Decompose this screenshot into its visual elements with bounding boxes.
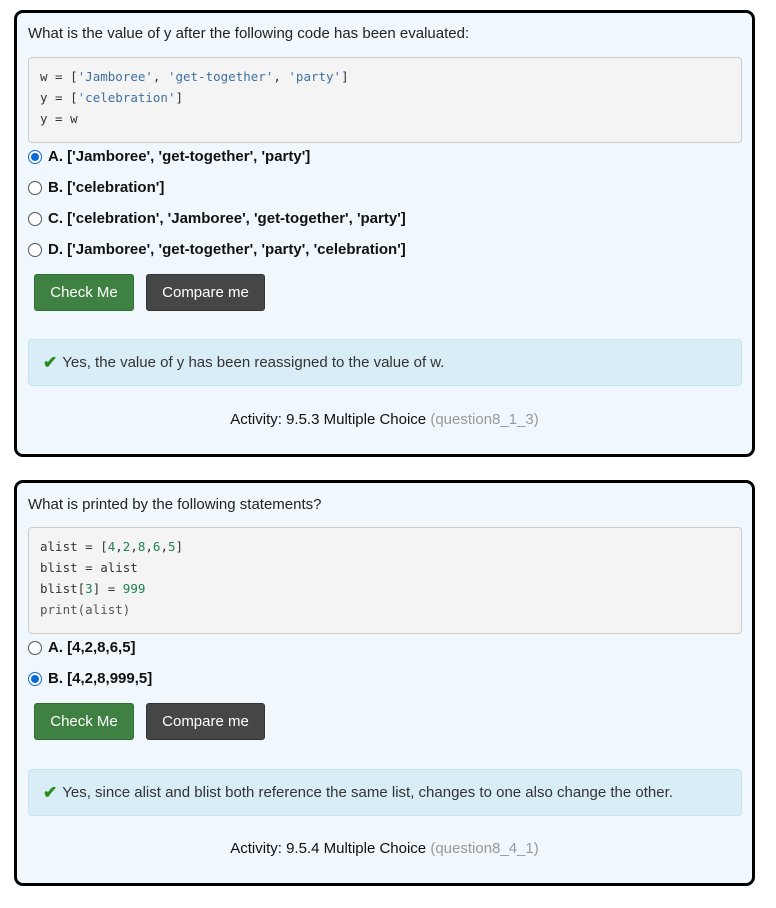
option-label: C. ['celebration', 'Jamboree', 'get-toge… xyxy=(48,210,406,227)
option-a[interactable]: A. [4,2,8,6,5] xyxy=(28,639,136,656)
question-card-2: What is printed by the following stateme… xyxy=(14,480,755,886)
option-d[interactable]: D. ['Jamboree', 'get-together', 'party',… xyxy=(28,241,406,258)
compare-me-button[interactable]: Compare me xyxy=(146,703,265,740)
radio-button[interactable] xyxy=(28,671,42,686)
option-b[interactable]: B. [4,2,8,999,5] xyxy=(28,670,152,687)
activity-label: Activity: 9.5.3 Multiple Choice (questio… xyxy=(17,411,752,428)
activity-title: Activity: 9.5.3 Multiple Choice xyxy=(230,411,427,428)
option-label: A. [4,2,8,6,5] xyxy=(48,639,136,656)
question-prompt: What is printed by the following stateme… xyxy=(28,496,322,513)
feedback-text: Yes, the value of y has been reassigned … xyxy=(62,354,445,371)
compare-me-button[interactable]: Compare me xyxy=(146,274,265,311)
feedback-box: ✔ Yes, since alist and blist both referen… xyxy=(28,769,742,816)
option-label: D. ['Jamboree', 'get-together', 'party',… xyxy=(48,241,406,258)
question-card-1: What is the value of y after the followi… xyxy=(14,10,755,457)
option-a[interactable]: A. ['Jamboree', 'get-together', 'party'] xyxy=(28,148,310,165)
radio-button[interactable] xyxy=(28,640,42,655)
question-prompt: What is the value of y after the followi… xyxy=(28,25,470,42)
activity-title: Activity: 9.5.4 Multiple Choice xyxy=(230,840,427,857)
checkmark-icon: ✔ xyxy=(43,352,58,372)
radio-button[interactable] xyxy=(28,242,42,257)
check-me-button[interactable]: Check Me xyxy=(34,274,134,311)
feedback-text: Yes, since alist and blist both referenc… xyxy=(62,784,673,801)
code-block: w = ['Jamboree', 'get-together', 'party'… xyxy=(28,57,742,143)
code-block: alist = [4,2,8,6,5] blist = alist blist[… xyxy=(28,527,742,634)
option-label: A. ['Jamboree', 'get-together', 'party'] xyxy=(48,148,311,165)
activity-id: (question8_4_1) xyxy=(430,840,539,857)
radio-button[interactable] xyxy=(28,149,42,164)
checkmark-icon: ✔ xyxy=(43,782,58,802)
option-c[interactable]: C. ['celebration', 'Jamboree', 'get-toge… xyxy=(28,210,406,227)
option-label: B. ['celebration'] xyxy=(48,179,165,196)
radio-button[interactable] xyxy=(28,211,42,226)
check-me-button[interactable]: Check Me xyxy=(34,703,134,740)
activity-label: Activity: 9.5.4 Multiple Choice (questio… xyxy=(17,840,752,857)
radio-button[interactable] xyxy=(28,180,42,195)
activity-id: (question8_1_3) xyxy=(430,411,539,428)
feedback-box: ✔ Yes, the value of y has been reassigned… xyxy=(28,339,742,386)
option-b[interactable]: B. ['celebration'] xyxy=(28,179,164,196)
option-label: B. [4,2,8,999,5] xyxy=(48,670,153,687)
